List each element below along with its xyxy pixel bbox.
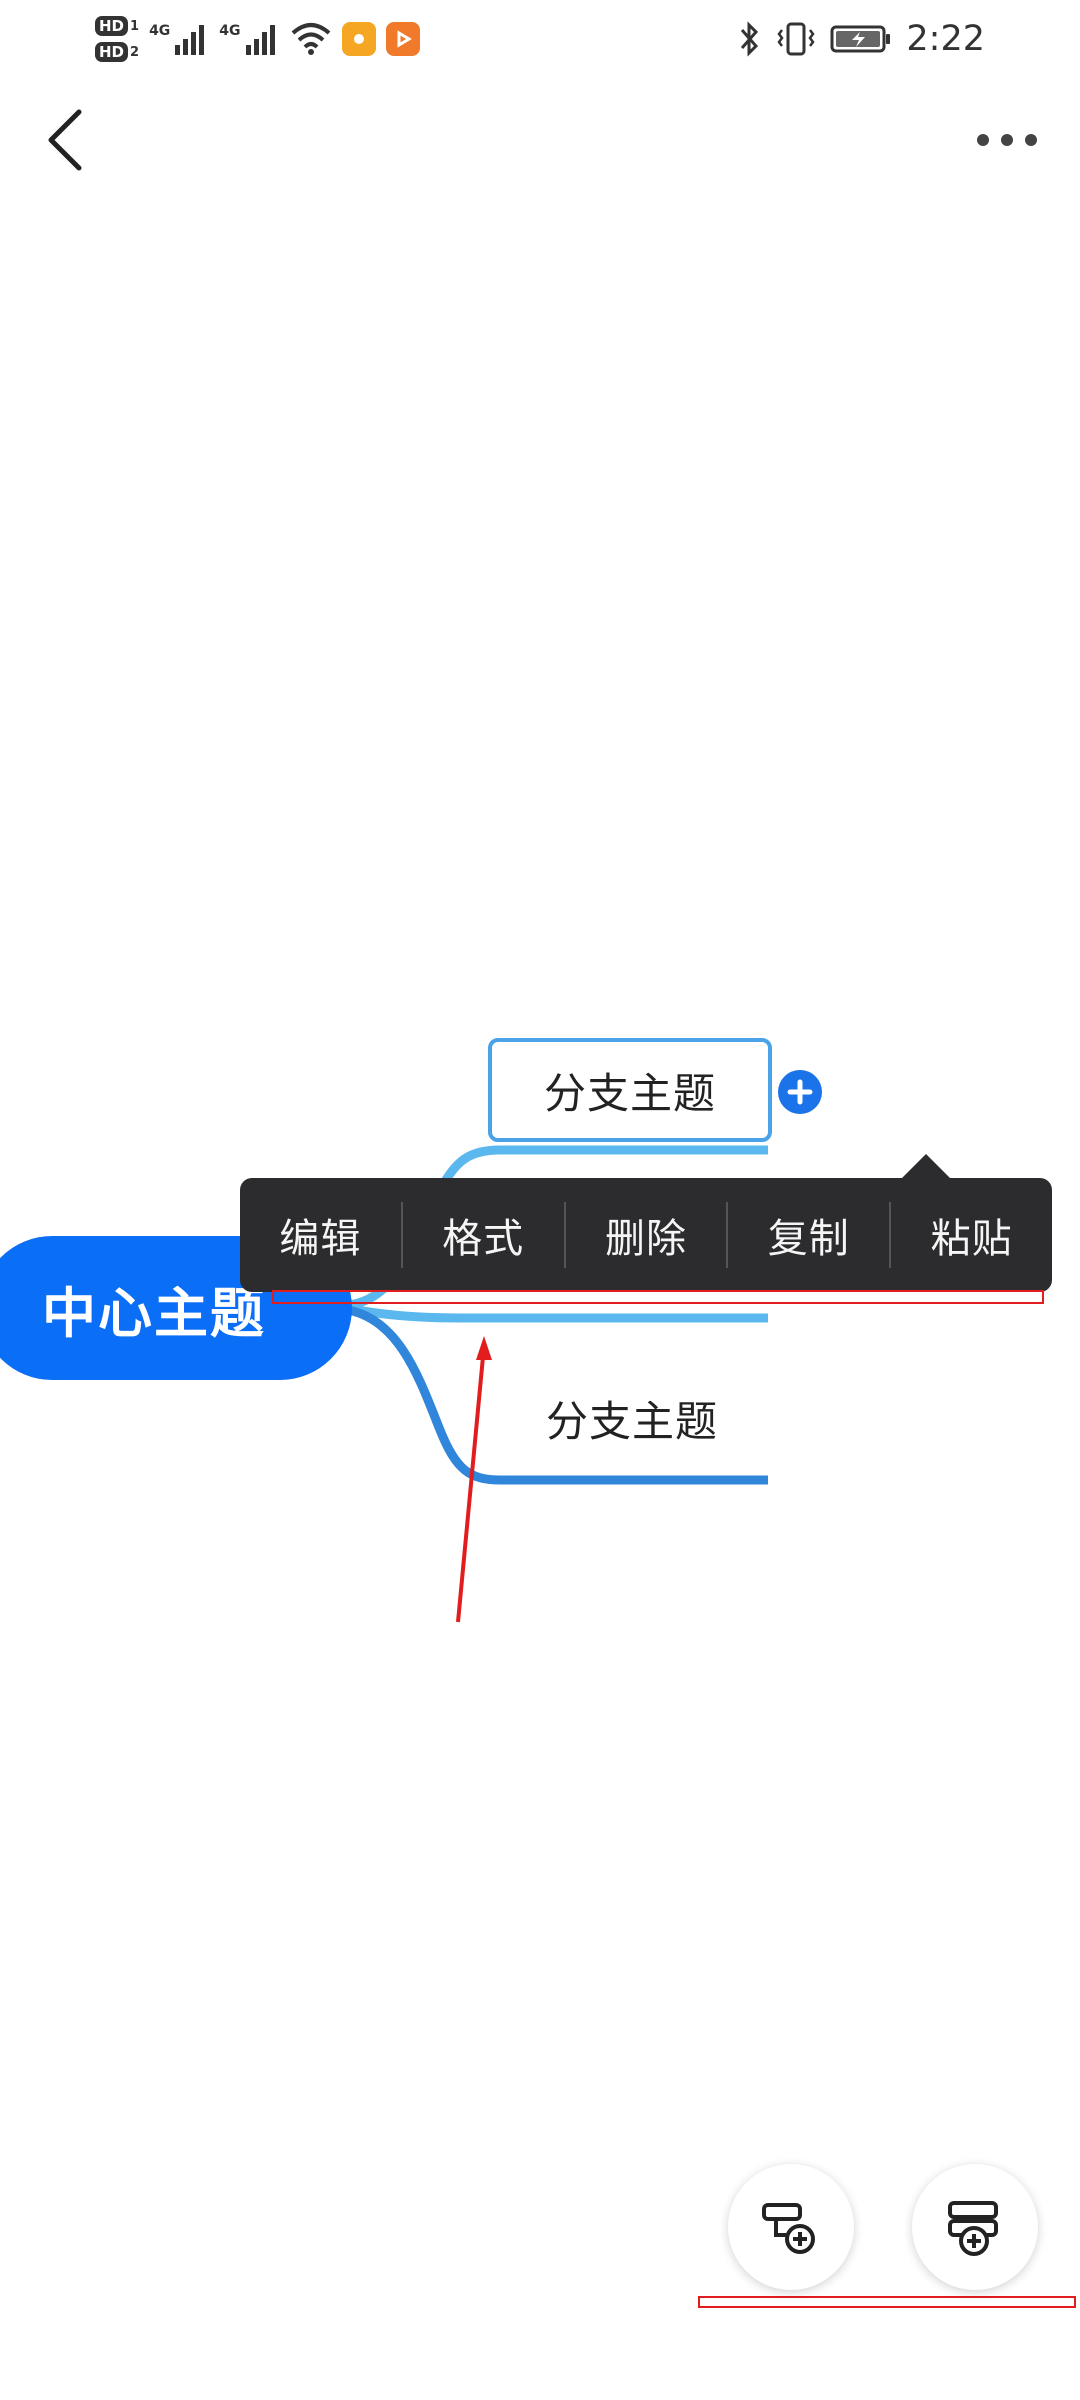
connector-middle	[347, 1303, 768, 1323]
menu-item-format[interactable]: 格式	[403, 1178, 564, 1292]
mindmap-screen: HD 1 HD 2 4G 4G 2:22 中心主题 分支主题 分支主题 编辑 格…	[0, 0, 1080, 2400]
add-node-button[interactable]	[778, 1070, 822, 1114]
add-topic-icon	[948, 2201, 998, 2256]
plus-circle-icon	[787, 1079, 813, 1105]
add-subtopic-button[interactable]	[728, 2164, 854, 2290]
add-topic-button[interactable]	[912, 2164, 1038, 2290]
annotation-arrow-head	[476, 1336, 492, 1360]
annotation-highlight-menu	[272, 1290, 1044, 1304]
menu-item-paste[interactable]: 粘贴	[891, 1178, 1052, 1292]
branch-node-selected[interactable]: 分支主题	[488, 1038, 772, 1142]
menu-item-copy[interactable]: 复制	[728, 1178, 889, 1292]
context-menu: 编辑 格式 删除 复制 粘贴	[240, 1154, 1052, 1292]
annotation-highlight-fabs	[698, 2296, 1076, 2308]
branch-node[interactable]: 分支主题	[490, 1366, 774, 1470]
menu-item-edit[interactable]: 编辑	[240, 1178, 401, 1292]
add-subtopic-icon	[762, 2203, 815, 2254]
annotation-arrow	[456, 1345, 486, 1623]
menu-item-delete[interactable]: 删除	[566, 1178, 727, 1292]
